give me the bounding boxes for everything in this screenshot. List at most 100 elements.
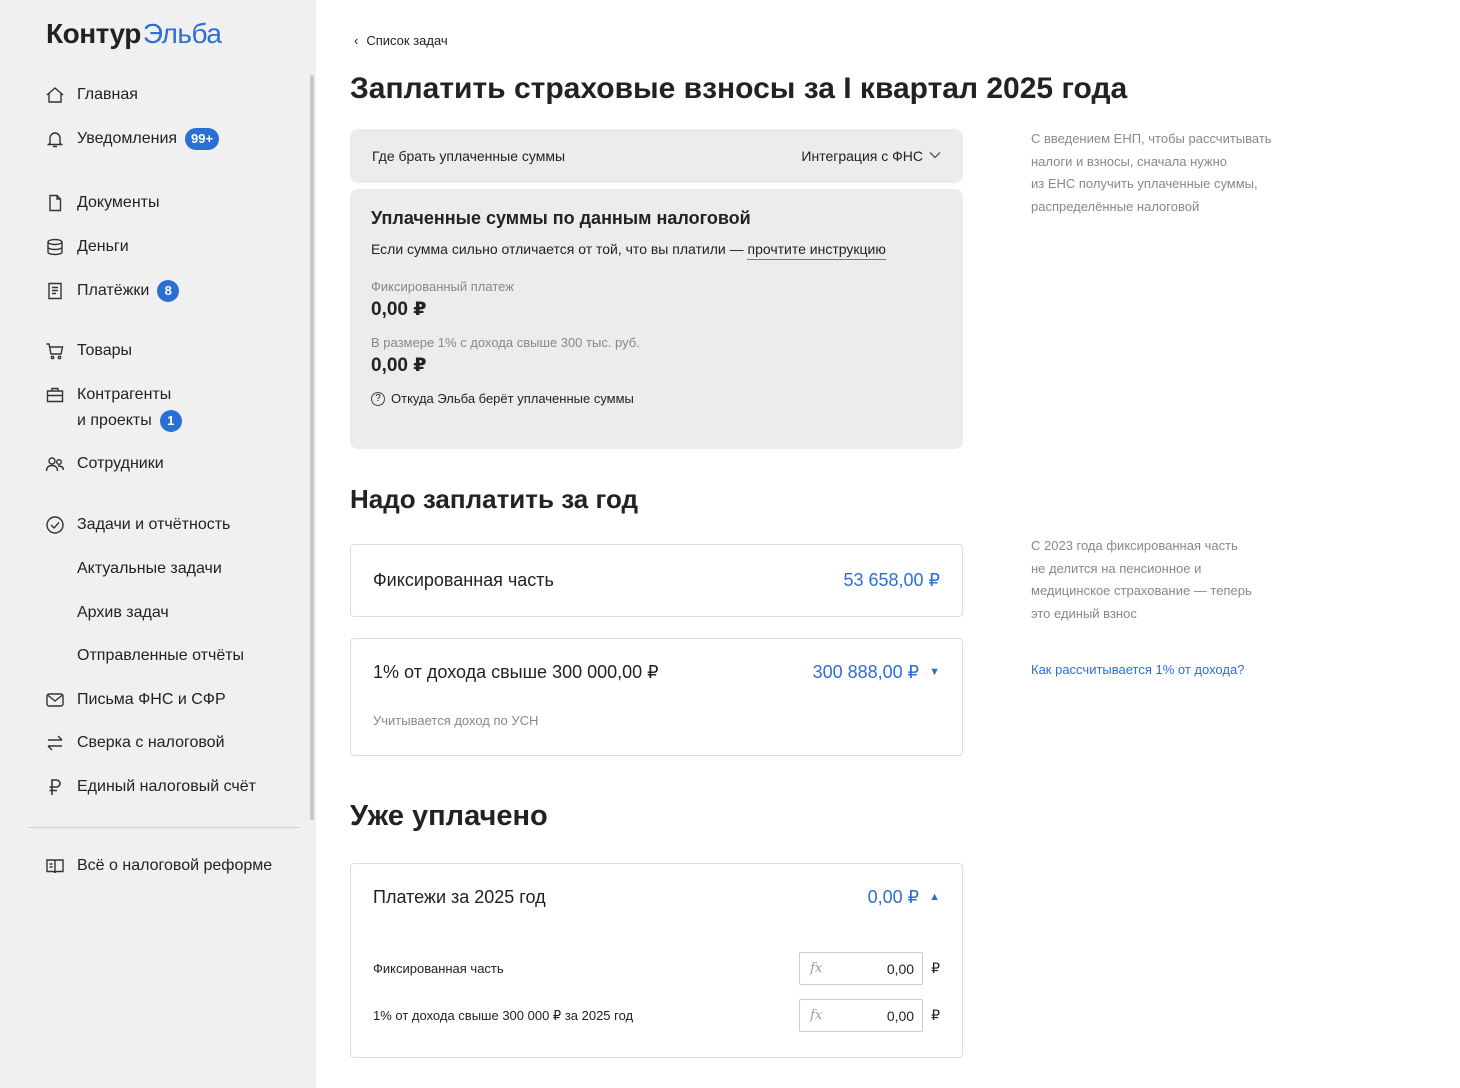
payment-fixed-input-wrap: fx 0,00 ₽ bbox=[799, 952, 940, 985]
sidebar-item-label: Задачи и отчётность bbox=[77, 516, 231, 533]
payment-percent-input[interactable]: fx 0,00 bbox=[799, 999, 924, 1032]
payments-badge: 8 bbox=[157, 280, 180, 302]
sidebar-subitem-current-tasks[interactable]: Актуальные задачи bbox=[77, 558, 222, 580]
percent-calc-link[interactable]: Как рассчитывается 1% от дохода? bbox=[1031, 662, 1244, 677]
sidebar-item-label: Сверка с налоговой bbox=[77, 734, 225, 751]
source-dropdown[interactable]: Интеграция с ФНС bbox=[801, 148, 941, 164]
aside-line: С введением ЕНП, чтобы рассчитывать bbox=[1031, 131, 1272, 146]
instruction-link[interactable]: прочтите инструкцию bbox=[747, 241, 886, 260]
sidebar-item-ens[interactable]: Единый налоговый счёт bbox=[44, 776, 256, 798]
sidebar-item-label: Контрагенты и проекты 1 bbox=[77, 384, 182, 432]
source-label: Где брать уплаченные суммы bbox=[372, 148, 566, 164]
fixed-payment-label: Фиксированный платеж bbox=[371, 279, 514, 294]
source-selector: Где брать уплаченные суммы Интеграция с … bbox=[350, 129, 963, 183]
payments-label: Платежи за 2025 год bbox=[373, 886, 546, 907]
aside-line: это единый взнос bbox=[1031, 605, 1137, 621]
aside-line: распределённые налоговой bbox=[1031, 198, 1200, 214]
payments-card: Платежи за 2025 год 0,00 ₽ ▲ Фиксированн… bbox=[350, 863, 963, 1058]
sidebar-item-label: Товары bbox=[77, 342, 133, 359]
people-icon bbox=[44, 453, 66, 475]
percent-part-note: Учитывается доход по УСН bbox=[373, 713, 539, 728]
aside-line: не делится на пенсионное и bbox=[1031, 560, 1202, 576]
sidebar-subitem-tasks-archive[interactable]: Архив задач bbox=[77, 602, 169, 624]
sidebar-item-label-line2: и проекты bbox=[77, 412, 152, 429]
sidebar-item-label-line1: Контрагенты bbox=[77, 386, 172, 403]
question-icon: ? bbox=[371, 391, 385, 406]
cart-icon bbox=[44, 340, 66, 362]
sidebar-item-label: Сотрудники bbox=[77, 455, 164, 472]
sidebar-item-documents[interactable]: Документы bbox=[44, 192, 159, 214]
payment-percent-input-wrap: fx 0,00 ₽ bbox=[799, 999, 940, 1032]
fixed-part-value: 53 658,00 ₽ bbox=[843, 570, 940, 590]
caret-up-icon[interactable]: ▲ bbox=[929, 891, 940, 903]
check-circle-icon bbox=[44, 514, 66, 536]
percent-part-card: 1% от дохода свыше 300 000,00 ₽ 300 888,… bbox=[350, 638, 963, 756]
currency-label: ₽ bbox=[931, 1007, 940, 1023]
book-icon bbox=[44, 855, 66, 877]
logo-part2: Эльба bbox=[142, 18, 222, 49]
back-link-label: Список задач bbox=[366, 33, 448, 48]
logo[interactable]: КонтурЭльба bbox=[46, 18, 222, 50]
document-icon bbox=[44, 192, 66, 214]
formula-icon[interactable]: fx bbox=[810, 1008, 822, 1023]
sidebar-item-fns-letters[interactable]: Письма ФНС и СФР bbox=[44, 689, 226, 711]
percent-part-value-wrap: 300 888,00 ₽ ▼ bbox=[813, 662, 940, 683]
fixed-payment-amount: 0,00 ₽ bbox=[371, 299, 427, 320]
payment-fixed-line: Фиксированная часть fx 0,00 ₽ bbox=[373, 952, 940, 985]
percent-payment-label: В размере 1% с дохода свыше 300 тыс. руб… bbox=[371, 335, 640, 350]
formula-icon[interactable]: fx bbox=[810, 961, 822, 976]
sidebar-item-tasks[interactable]: Задачи и отчётность bbox=[44, 514, 230, 536]
aside-line: медицинское страхование — теперь bbox=[1031, 583, 1252, 598]
payments-value: 0,00 ₽ bbox=[867, 886, 920, 907]
sidebar-item-money[interactable]: Деньги bbox=[44, 236, 129, 258]
payment-fixed-value: 0,00 bbox=[886, 960, 915, 977]
sidebar-item-label: Документы bbox=[77, 194, 160, 211]
section-year-title: Надо заплатить за год bbox=[350, 484, 639, 514]
sidebar-item-goods[interactable]: Товары bbox=[44, 340, 132, 362]
sidebar-item-tax-reform[interactable]: Всё о налоговой реформе bbox=[44, 855, 272, 877]
mail-icon bbox=[44, 689, 66, 711]
where-sums-link[interactable]: ? Откуда Эльба берёт уплаченные суммы bbox=[371, 391, 942, 406]
sidebar-item-label: Платёжки bbox=[77, 282, 150, 299]
coins-icon bbox=[44, 236, 66, 258]
payments-row[interactable]: Платежи за 2025 год 0,00 ₽ ▲ bbox=[351, 864, 962, 930]
sidebar-item-contractors[interactable]: Контрагенты и проекты 1 bbox=[44, 384, 182, 432]
payment-percent-line: 1% от дохода свыше 300 000 ₽ за 2025 год… bbox=[373, 999, 940, 1032]
chevron-left-icon: ‹ bbox=[354, 33, 359, 48]
ruble-icon bbox=[44, 776, 66, 798]
aside-line: из ЕНС получить уплаченные суммы, bbox=[1031, 176, 1258, 191]
sidebar-subitem-sent-reports[interactable]: Отправленные отчёты bbox=[77, 645, 244, 667]
sidebar-item-label: Единый налоговый счёт bbox=[77, 778, 256, 795]
sidebar-scrollbar[interactable] bbox=[310, 75, 314, 820]
sidebar-item-employees[interactable]: Сотрудники bbox=[44, 453, 164, 475]
sidebar-item-label: Письма ФНС и СФР bbox=[77, 691, 226, 708]
home-icon bbox=[44, 84, 66, 106]
source-value: Интеграция с ФНС bbox=[801, 148, 923, 164]
aside-fixed-note: С 2023 года фиксированная часть не делит… bbox=[1031, 535, 1321, 625]
sidebar-divider bbox=[28, 827, 300, 828]
caret-down-icon[interactable]: ▼ bbox=[929, 666, 940, 678]
payment-fixed-input[interactable]: fx 0,00 bbox=[799, 952, 924, 985]
percent-payment-amount: 0,00 ₽ bbox=[371, 355, 427, 376]
briefcase-icon bbox=[44, 384, 66, 406]
bell-icon bbox=[44, 128, 66, 150]
sidebar-item-reconciliation[interactable]: Сверка с налоговой bbox=[44, 732, 225, 754]
currency-label: ₽ bbox=[931, 960, 940, 976]
percent-part-row[interactable]: 1% от дохода свыше 300 000,00 ₽ 300 888,… bbox=[351, 639, 962, 705]
payment-percent-value: 0,00 bbox=[886, 1007, 915, 1024]
fixed-part-card: Фиксированная часть 53 658,00 ₽ bbox=[350, 544, 963, 617]
payment-fixed-label: Фиксированная часть bbox=[373, 961, 504, 976]
payments-value-wrap: 0,00 ₽ ▲ bbox=[868, 887, 940, 908]
paid-panel-title: Уплаченные суммы по данным налоговой bbox=[371, 208, 751, 228]
sidebar-item-payments[interactable]: Платёжки 8 bbox=[44, 280, 180, 302]
notifications-badge: 99+ bbox=[185, 128, 220, 150]
back-link[interactable]: ‹ Список задач bbox=[354, 33, 448, 48]
paid-panel-hint-text: Если сумма сильно отличается от той, что… bbox=[371, 241, 748, 257]
paid-by-tax-panel: Уплаченные суммы по данным налоговой Есл… bbox=[350, 189, 963, 449]
aside-line: С 2023 года фиксированная часть bbox=[1031, 538, 1238, 553]
sidebar-item-home[interactable]: Главная bbox=[44, 84, 138, 106]
chevron-down-icon bbox=[929, 151, 941, 162]
fixed-part-label: Фиксированная часть bbox=[373, 570, 554, 590]
aside-enp-note: С введением ЕНП, чтобы рассчитывать нало… bbox=[1031, 128, 1321, 218]
sidebar-item-notifications[interactable]: Уведомления 99+ bbox=[44, 128, 220, 150]
